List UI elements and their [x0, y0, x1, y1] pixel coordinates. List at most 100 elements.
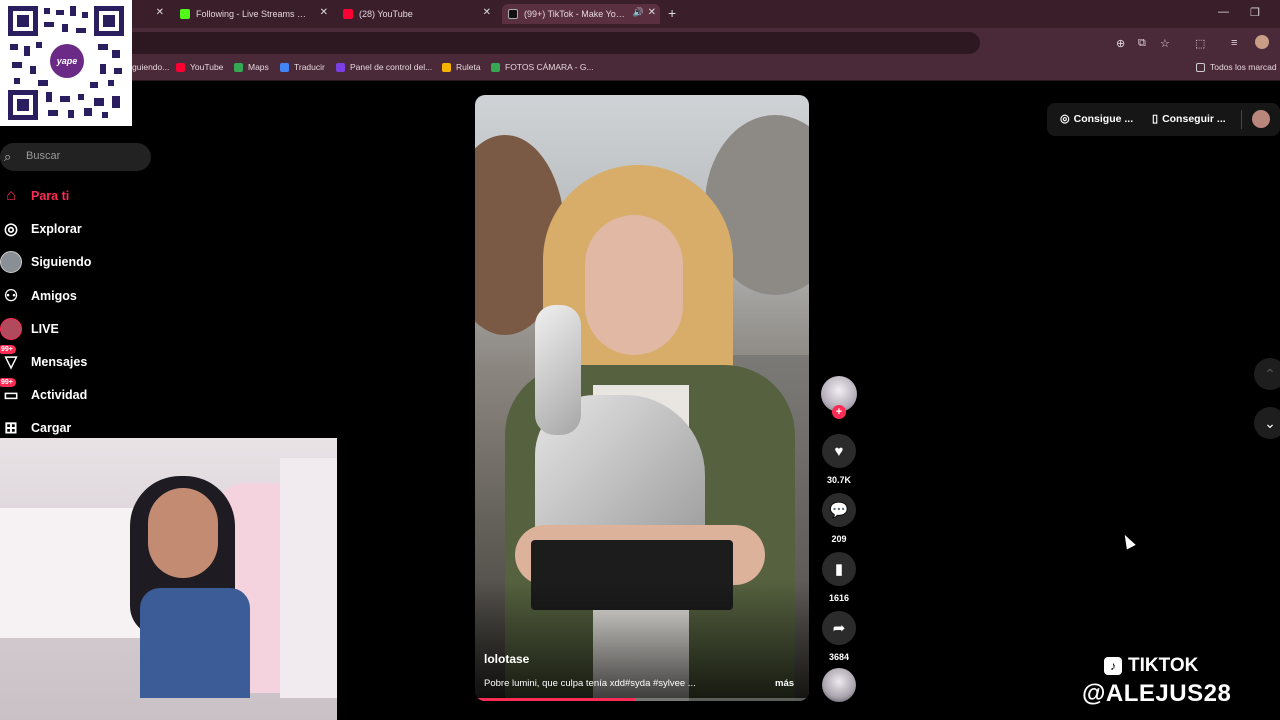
music-disc[interactable]	[822, 668, 856, 702]
activity-icon: ▭ 99+	[0, 378, 22, 406]
get-coins-label: Consigue ...	[1073, 112, 1134, 125]
phone-icon: ▯	[1152, 113, 1159, 125]
translate-icon	[280, 62, 289, 72]
get-app-label: Conseguir ...	[1162, 112, 1226, 125]
close-tab-icon[interactable]: ✕	[483, 7, 491, 18]
sidebar-item-live[interactable]: LIVE	[0, 315, 150, 343]
close-tab-icon[interactable]: ✕	[320, 7, 328, 18]
webcam-shelf	[280, 458, 337, 698]
home-icon: ⌂	[6, 187, 16, 204]
new-tab-button[interactable]: +	[668, 5, 676, 21]
bookmark-label: Traducir	[294, 62, 325, 72]
all-bookmarks[interactable]: Todos los marcad	[1196, 62, 1277, 72]
save-button[interactable]: ▮	[822, 552, 856, 586]
get-app-button[interactable]: ▯ Conseguir ...	[1152, 112, 1226, 126]
zoom-icon[interactable]: ⊕	[1116, 37, 1125, 50]
extensions-icon[interactable]: ⬚	[1195, 37, 1205, 50]
caption-more-button[interactable]: más	[775, 678, 794, 689]
following-avatar-icon	[0, 251, 22, 273]
mouse-cursor	[1120, 532, 1136, 550]
follow-plus-icon[interactable]: +	[832, 405, 846, 419]
restore-icon[interactable]: ❐	[1250, 6, 1260, 19]
get-coins-button[interactable]: ◎ Consigue ...	[1060, 112, 1134, 126]
live-avatar-icon	[0, 318, 22, 340]
minimize-icon[interactable]: —	[1218, 6, 1229, 18]
media-icon[interactable]: ≡	[1231, 37, 1237, 49]
bookmark-translate[interactable]: Traducir	[280, 62, 325, 72]
sidebar-item-actividad[interactable]: ▭ 99+ Actividad	[0, 378, 150, 409]
next-video-button[interactable]: ⌄	[1254, 407, 1280, 439]
star-icon[interactable]: ☆	[1160, 37, 1170, 50]
bookmark-youtube[interactable]: YouTube	[176, 62, 223, 72]
bookmark-label: FOTOS CÁMARA - G...	[505, 62, 594, 72]
bookmark-label: guiendo...	[132, 62, 170, 72]
close-tab-icon[interactable]: ✕	[156, 7, 164, 18]
sidebar-item-label: Mensajes	[31, 355, 88, 369]
upload-icon: ⊞	[4, 420, 18, 437]
search-box[interactable]: ⌕	[0, 143, 151, 171]
tab-kick[interactable]: Following - Live Streams on Ki ✕	[180, 4, 328, 24]
chevron-down-icon: ⌄	[1264, 414, 1276, 431]
bookmark-panel[interactable]: Panel de control del...	[336, 62, 432, 72]
watermark-line1: TIKTOK	[1128, 655, 1199, 676]
share-button[interactable]: ➦	[822, 611, 856, 645]
tiktok-watermark: ♪ TIKTOK	[1104, 655, 1198, 677]
sidebar-item-label: Cargar	[31, 421, 72, 435]
sidebar-item-para-ti[interactable]: ⌂ Para ti	[0, 182, 150, 210]
heart-icon: ♥	[834, 442, 844, 460]
coin-icon: ◎	[1060, 113, 1070, 125]
comment-button[interactable]: 💬	[822, 493, 856, 527]
cast-icon[interactable]: ⧉	[1138, 37, 1146, 50]
close-tab-icon[interactable]: ✕	[648, 7, 656, 18]
url-field[interactable]	[120, 32, 980, 54]
comment-icon: 💬	[829, 502, 849, 519]
tab-tiktok[interactable]: (99+) TikTok - Make Your Da 🔊 ✕	[502, 4, 660, 24]
bookmark-maps[interactable]: Maps	[234, 62, 269, 72]
streamer-webcam	[0, 438, 337, 720]
webcam-face	[148, 488, 218, 578]
bookmark-ruleta[interactable]: Ruleta	[442, 62, 481, 72]
header-divider	[1241, 110, 1242, 129]
yape-logo: yape	[50, 44, 84, 78]
bookmark-fotos[interactable]: FOTOS CÁMARA - G...	[491, 62, 594, 72]
video-progress-fill	[475, 698, 636, 701]
video-player[interactable]: lolotase Pobre lumini, que culpa tenía x…	[475, 95, 809, 701]
sidebar-item-label: Amigos	[31, 289, 77, 303]
youtube-favicon-icon	[343, 9, 353, 19]
tab-title: Following - Live Streams on Ki	[196, 9, 311, 19]
sidebar-item-explorar[interactable]: ◎ Explorar	[0, 215, 150, 243]
bookmark-item[interactable]: guiendo...	[132, 62, 169, 72]
sidebar-item-label: LIVE	[31, 322, 59, 336]
sidebar-item-label: Para ti	[31, 189, 70, 203]
messages-badge: 99+	[0, 345, 16, 354]
like-button[interactable]: ♥	[822, 434, 856, 468]
webcam-bed	[0, 508, 150, 638]
tab-youtube[interactable]: (28) YouTube ✕	[343, 4, 491, 24]
bookmarks-bar: guiendo... YouTube Maps Traducir Panel d…	[0, 58, 1280, 81]
user-avatar[interactable]	[1252, 110, 1270, 128]
previous-video-button[interactable]: ⌃	[1254, 358, 1280, 390]
comment-count: 209	[831, 534, 847, 544]
tab-partial[interactable]: ✕	[132, 4, 164, 24]
kick-favicon-icon	[180, 9, 190, 19]
friends-icon: ⚇	[3, 288, 19, 305]
search-input[interactable]	[24, 149, 148, 163]
sidebar-item-amigos[interactable]: ⚇ Amigos	[0, 282, 150, 310]
sidebar-item-label: Siguiendo	[31, 255, 92, 269]
watermark-handle: @ALEJUS28	[1082, 680, 1232, 707]
speaker-icon[interactable]: 🔊	[633, 7, 644, 18]
sidebar-item-siguiendo[interactable]: Siguiendo	[0, 248, 150, 276]
ruleta-icon	[442, 62, 451, 72]
video-author[interactable]: lolotase	[484, 652, 529, 666]
panel-icon	[336, 62, 345, 72]
sidebar-item-mensajes[interactable]: ▽ 99+ Mensajes	[0, 345, 150, 376]
sidebar-item-label: Actividad	[31, 388, 88, 402]
search-icon: ⌕	[4, 149, 12, 164]
tab-title: (99+) TikTok - Make Your Da	[524, 9, 628, 19]
bookmark-label: Ruleta	[456, 62, 481, 72]
yape-qr-code: yape	[0, 0, 132, 126]
bookmark-icon: ▮	[834, 561, 844, 578]
profile-avatar[interactable]	[1255, 35, 1269, 49]
video-progress-bar[interactable]	[475, 698, 809, 701]
compass-icon: ◎	[4, 221, 18, 238]
